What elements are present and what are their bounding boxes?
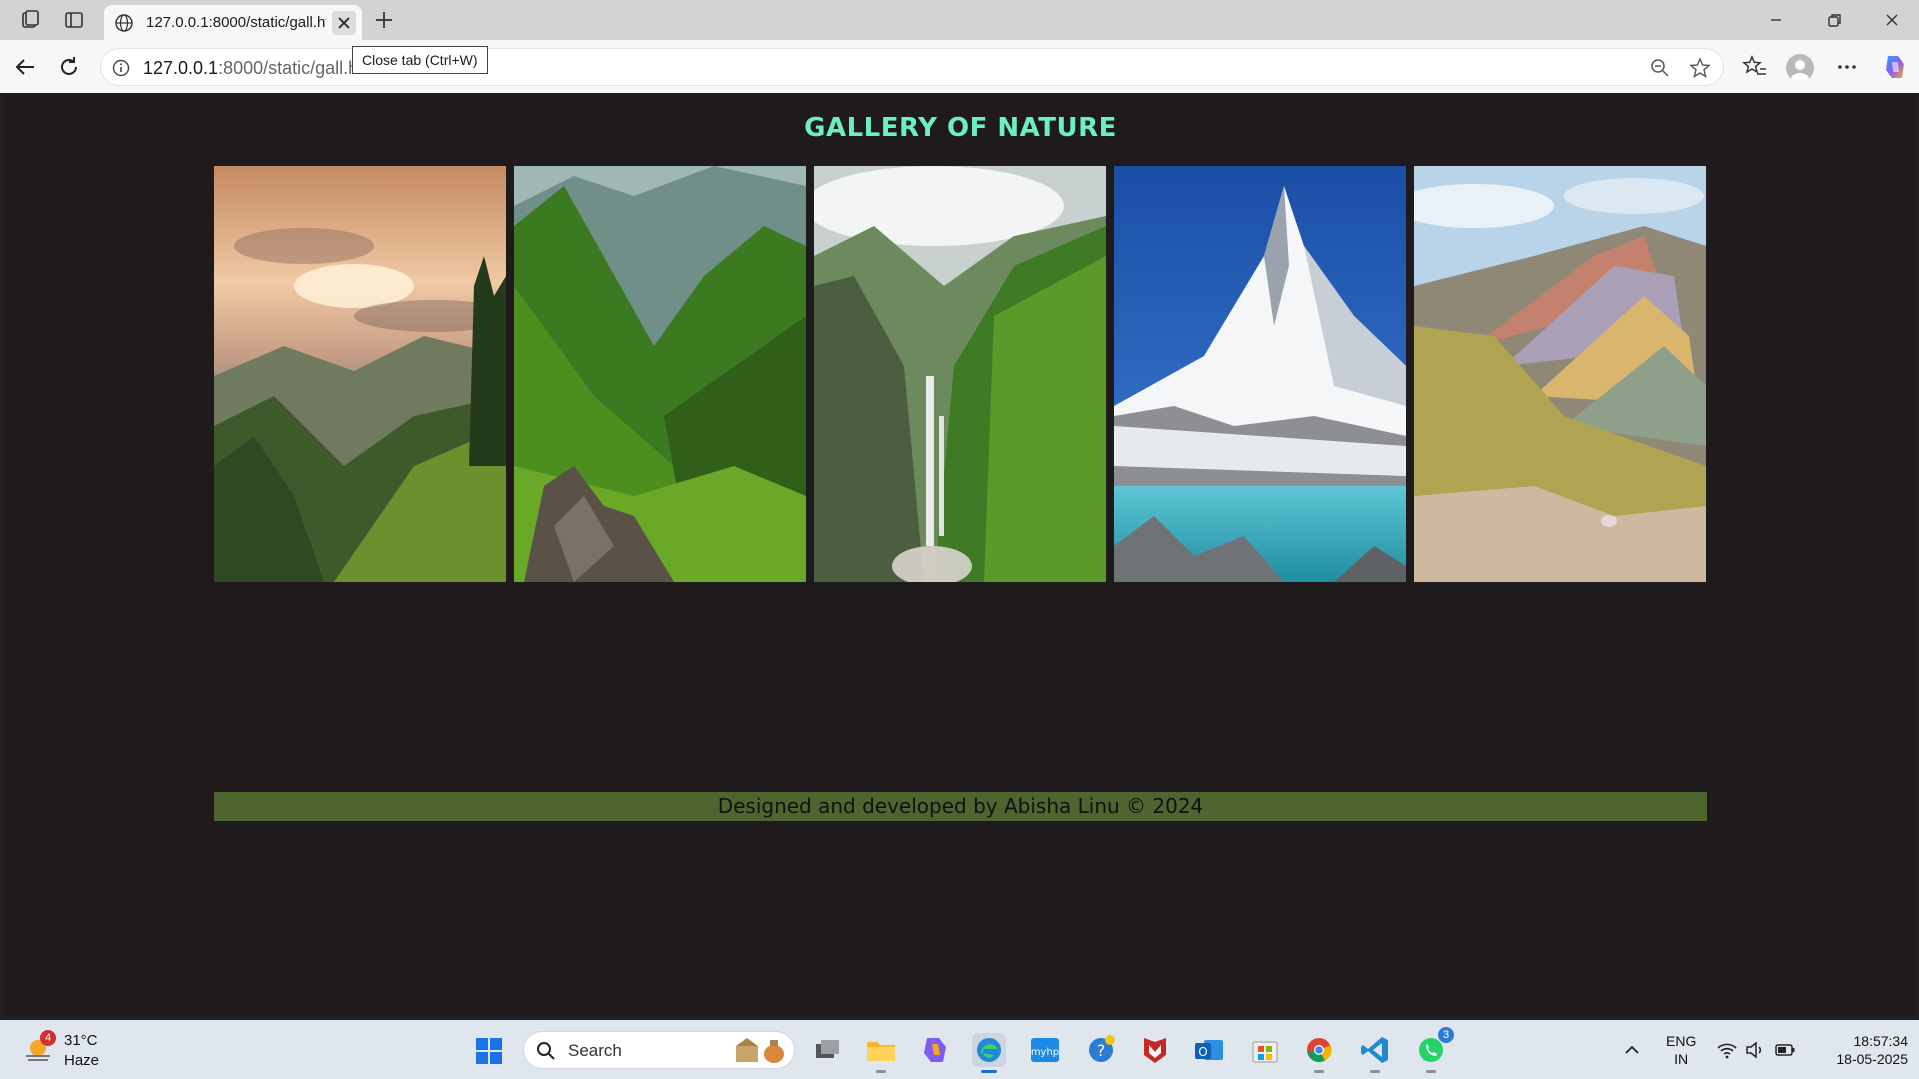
minimize-icon[interactable] — [1764, 8, 1788, 32]
svg-text:O: O — [1198, 1045, 1207, 1059]
get-help-icon[interactable]: ? — [1084, 1033, 1118, 1067]
search-placeholder: Search — [568, 1041, 622, 1060]
page-viewport: GALLERY OF NATURE Designed and developed… — [5, 93, 1916, 1017]
weather-temperature: 31°C — [64, 1032, 98, 1049]
person-icon — [1791, 60, 1809, 82]
waterfall-photo — [814, 166, 1106, 582]
show-hidden-icons-chevron-icon[interactable] — [1622, 1040, 1642, 1060]
language-region: IN — [1674, 1051, 1689, 1067]
weather-description: Haze — [64, 1052, 100, 1069]
address-bar[interactable]: 127.0.0.1:8000/static/gall.ht — [100, 48, 1724, 86]
search-icon — [537, 1042, 555, 1060]
outlook-icon[interactable]: O — [1192, 1033, 1226, 1067]
volume-icon[interactable] — [1744, 1040, 1766, 1060]
search-highlight-icon — [736, 1038, 784, 1063]
refresh-icon[interactable] — [56, 54, 82, 80]
taskbar-search[interactable]: Search — [523, 1031, 795, 1069]
close-tab-tooltip: Close tab (Ctrl+W) — [352, 46, 488, 74]
new-tab-icon[interactable] — [372, 8, 396, 32]
browser-toolbar: 127.0.0.1:8000/static/gall.ht — [0, 40, 1919, 93]
profile-avatar[interactable] — [1786, 54, 1814, 82]
gallery-title: GALLERY OF NATURE — [804, 113, 1117, 143]
photo-gallery — [214, 166, 1707, 582]
snow-peak-photo — [1114, 166, 1406, 582]
wifi-icon[interactable] — [1716, 1040, 1738, 1060]
battery-icon[interactable] — [1774, 1040, 1796, 1060]
url-host: 127.0.0.1 — [143, 58, 219, 78]
site-info-icon[interactable] — [111, 58, 131, 78]
chrome-icon[interactable] — [1302, 1033, 1336, 1073]
microsoft-store-icon[interactable] — [1248, 1033, 1282, 1067]
vertical-tabs-icon[interactable] — [62, 8, 86, 32]
myhp-icon[interactable]: myhp — [1028, 1033, 1062, 1067]
copilot-icon[interactable] — [1880, 52, 1910, 82]
svg-text:myhp: myhp — [1031, 1047, 1059, 1058]
close-tab-icon[interactable] — [332, 11, 356, 35]
whatsapp-badge: 3 — [1438, 1027, 1454, 1043]
file-explorer-icon[interactable] — [864, 1033, 898, 1073]
clock-time: 18:57:34 — [1853, 1033, 1909, 1049]
weather-badge: 4 — [40, 1030, 56, 1046]
favorites-icon[interactable] — [1742, 54, 1768, 80]
page-footer: Designed and developed by Abisha Linu © … — [214, 792, 1707, 821]
more-menu-icon[interactable] — [1834, 54, 1860, 80]
edge-browser-icon[interactable] — [972, 1033, 1006, 1073]
rainbow-mountain-photo — [1414, 166, 1706, 582]
tab-active[interactable]: 127.0.0.1:8000/static/gall.html — [104, 5, 362, 41]
windows-taskbar: 4 31°C Haze Search myhp ? O 3 ENG IN 18:… — [0, 1020, 1919, 1079]
tab-title: 127.0.0.1:8000/static/gall.html — [146, 14, 326, 31]
clock-date: 18-05-2025 — [1836, 1051, 1908, 1067]
footer-credit: Designed and developed by Abisha Linu © … — [717, 794, 1204, 818]
green-mountains-photo — [514, 166, 806, 582]
copilot-app-icon[interactable] — [918, 1033, 952, 1067]
windows-start-icon[interactable] — [474, 1036, 504, 1066]
back-icon[interactable] — [12, 54, 38, 80]
close-window-icon[interactable] — [1880, 8, 1904, 32]
workspaces-icon[interactable] — [18, 8, 42, 32]
browser-titlebar: 127.0.0.1:8000/static/gall.html — [0, 0, 1919, 41]
language-code: ENG — [1666, 1033, 1697, 1049]
task-view-icon[interactable] — [810, 1033, 844, 1067]
system-clock[interactable]: 18:57:34 18-05-2025 — [1808, 1032, 1908, 1068]
input-language[interactable]: ENG IN — [1666, 1032, 1696, 1068]
sunset-valley-photo — [214, 166, 506, 582]
mcafee-icon[interactable] — [1138, 1033, 1172, 1067]
globe-icon — [115, 14, 133, 32]
restore-icon[interactable] — [1822, 8, 1846, 32]
whatsapp-icon[interactable]: 3 — [1414, 1027, 1454, 1073]
svg-text:?: ? — [1097, 1041, 1106, 1060]
address-url[interactable]: 127.0.0.1:8000/static/gall.ht — [143, 58, 363, 79]
url-path: :8000/static/gall.ht — [218, 58, 364, 78]
vscode-icon[interactable] — [1358, 1033, 1392, 1073]
favorite-star-icon[interactable] — [1689, 57, 1711, 79]
zoom-out-icon[interactable] — [1649, 57, 1671, 79]
